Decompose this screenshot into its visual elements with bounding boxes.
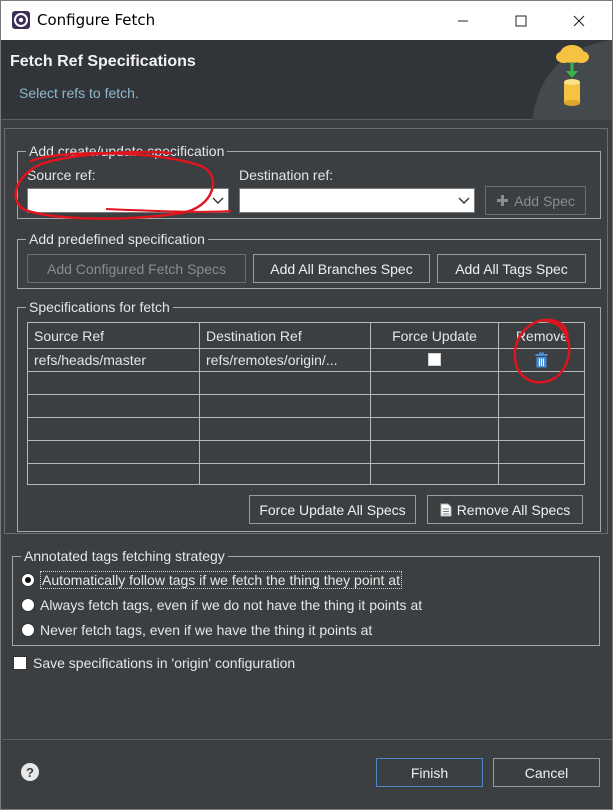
wizard-header: Fetch Ref Specifications Select refs to … [1,40,612,120]
svg-text:?: ? [26,765,34,780]
create-spec-title: Add create/update specification [26,142,228,160]
app-icon [12,11,30,29]
empty-cell [371,464,499,484]
empty-cell [371,372,499,394]
finish-button[interactable]: Finish [376,758,483,787]
close-button[interactable] [550,1,608,40]
chevron-down-icon[interactable] [457,193,471,207]
save-config-option[interactable]: Save specifications in 'origin' configur… [13,652,295,674]
empty-cell [28,441,200,463]
add-branches-label: Add All Branches Spec [270,260,413,277]
remove-all-label: Remove All Specs [456,501,571,518]
empty-cell [28,464,200,484]
add-tags-label: Add All Tags Spec [455,260,568,277]
empty-cell [28,395,200,417]
empty-row [28,418,584,441]
radio-always-fetch[interactable] [21,598,35,612]
table-header: Source Ref Destination Ref Force Update … [28,323,584,349]
empty-row [28,372,584,395]
footer-separator [2,739,612,740]
add-configured-fetch-specs-button[interactable]: Add Configured Fetch Specs [27,254,246,283]
add-spec-button[interactable]: Add Spec [485,186,586,215]
trash-icon[interactable] [535,352,548,368]
configure-fetch-dialog: Configure Fetch Fetch Ref Specifications… [0,0,613,810]
minimize-button[interactable] [434,1,492,40]
empty-row [28,441,584,464]
cell-destination-ref[interactable]: refs/remotes/origin/... [200,349,371,371]
tags-option-auto-follow[interactable]: Automatically follow tags if we fetch th… [21,569,402,591]
cloud-download-icon [532,40,612,120]
chevron-down-icon[interactable] [211,193,225,207]
add-configured-label: Add Configured Fetch Specs [47,260,226,277]
tags-option-label: Automatically follow tags if we fetch th… [40,571,402,589]
cell-force-update [371,349,499,371]
add-all-tags-spec-button[interactable]: Add All Tags Spec [437,254,586,283]
close-icon [573,15,585,26]
radio-never-fetch[interactable] [21,623,35,637]
empty-cell [28,372,200,394]
save-config-checkbox[interactable] [13,656,27,670]
force-update-all-specs-button[interactable]: Force Update All Specs [249,495,416,524]
add-all-branches-spec-button[interactable]: Add All Branches Spec [253,254,430,283]
destination-ref-combo[interactable] [239,188,475,213]
finish-label: Finish [410,764,449,781]
column-header-remove[interactable]: Remove [499,323,584,349]
cancel-label: Cancel [524,764,569,781]
source-ref-label: Source ref: [27,167,96,183]
add-spec-label: Add Spec [514,192,575,209]
tags-option-never-fetch[interactable]: Never fetch tags, even if we have the th… [21,619,372,641]
maximize-button[interactable] [492,1,550,40]
specs-title: Specifications for fetch [26,298,173,316]
empty-cell [200,418,371,440]
force-update-all-label: Force Update All Specs [259,501,406,518]
empty-cell [371,395,499,417]
cell-remove [499,349,584,371]
cell-source-ref[interactable]: refs/heads/master [28,349,200,371]
save-config-label: Save specifications in 'origin' configur… [33,655,296,671]
remove-all-specs-button[interactable]: Remove All Specs [427,495,583,524]
column-header-force-update[interactable]: Force Update [371,323,499,349]
empty-cell [371,441,499,463]
document-icon [440,503,452,517]
column-header-source-ref[interactable]: Source Ref [28,323,200,349]
tags-option-always-fetch[interactable]: Always fetch tags, even if we do not hav… [21,594,422,616]
empty-row [28,464,584,484]
cancel-button[interactable]: Cancel [493,758,600,787]
page-subtitle: Select refs to fetch. [19,85,139,101]
maximize-icon [515,15,527,26]
page-title: Fetch Ref Specifications [10,53,196,70]
plus-icon [496,194,509,207]
destination-ref-label: Destination ref: [239,167,334,183]
force-update-checkbox[interactable] [428,353,441,366]
specs-table[interactable]: Source Ref Destination Ref Force Update … [27,322,585,485]
empty-cell [200,372,371,394]
tags-option-label: Always fetch tags, even if we do not hav… [40,597,423,613]
window-title: Configure Fetch [37,11,156,29]
table-row[interactable]: refs/heads/master refs/remotes/origin/..… [28,349,584,372]
tags-option-label: Never fetch tags, even if we have the th… [40,622,373,638]
title-bar[interactable]: Configure Fetch [1,1,612,40]
empty-cell [200,464,371,484]
minimize-icon [458,20,468,21]
radio-auto-follow[interactable] [21,573,35,587]
column-header-destination-ref[interactable]: Destination Ref [200,323,371,349]
source-ref-combo[interactable] [27,188,229,213]
predefined-spec-title: Add predefined specification [26,230,208,248]
help-icon[interactable]: ? [20,762,40,782]
empty-cell [200,395,371,417]
empty-cell [28,418,200,440]
empty-row [28,395,584,418]
empty-cell [371,418,499,440]
empty-cell [200,441,371,463]
tags-strategy-title: Annotated tags fetching strategy [21,547,228,565]
